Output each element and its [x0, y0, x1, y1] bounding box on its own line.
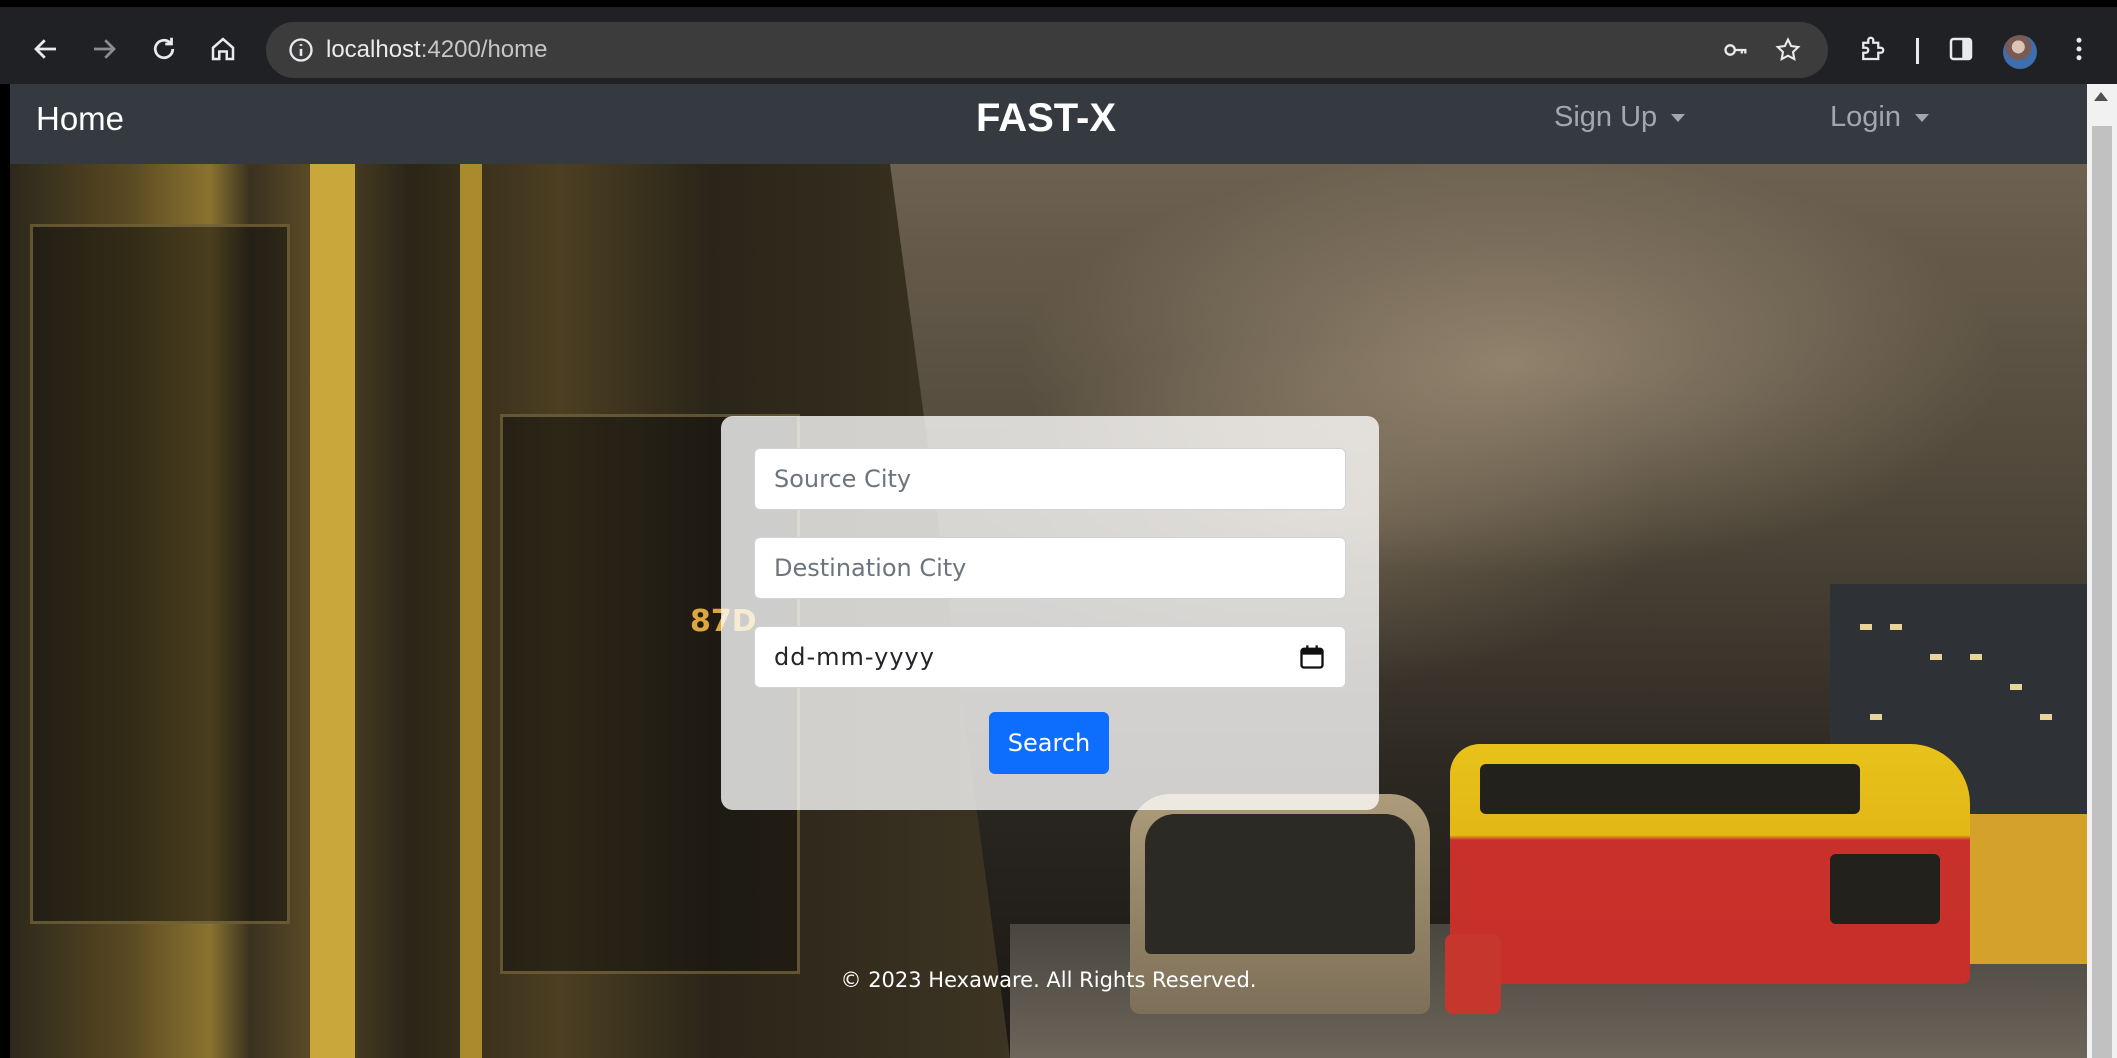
source-city-input[interactable] [774, 465, 1326, 493]
side-panel-button[interactable] [1937, 25, 1985, 73]
travel-date-input[interactable]: dd-mm-yyyy [754, 626, 1346, 688]
scroll-up-arrow-icon[interactable] [2094, 92, 2108, 101]
search-button[interactable]: Search [989, 712, 1109, 774]
destination-city-field[interactable] [754, 537, 1346, 599]
caret-down-icon [1914, 113, 1929, 122]
bookmark-button[interactable] [1771, 33, 1805, 67]
bus-windshield [1145, 814, 1415, 954]
star-icon [1775, 37, 1801, 62]
home-button[interactable] [199, 25, 247, 73]
calendar-icon[interactable] [1298, 643, 1326, 671]
destination-city-input[interactable] [774, 554, 1326, 582]
password-key-button[interactable] [1719, 33, 1753, 67]
forward-button[interactable] [80, 25, 128, 73]
reload-button[interactable] [140, 25, 188, 73]
info-icon [289, 38, 313, 62]
side-panel-icon [1949, 37, 1973, 61]
browser-toolbar: localhost:4200/home [0, 0, 2117, 84]
caret-down-icon [1671, 113, 1686, 122]
back-button[interactable] [22, 25, 70, 73]
source-city-field[interactable] [754, 448, 1346, 510]
date-placeholder: dd-mm-yyyy [774, 643, 935, 671]
brand-title: FAST-X [976, 96, 1117, 140]
menu-icon [2076, 37, 2082, 61]
address-bar[interactable]: localhost:4200/home [266, 22, 1828, 78]
nav-home-link[interactable]: Home [36, 100, 124, 138]
avatar[interactable] [2003, 35, 2037, 69]
site-info-button[interactable] [284, 33, 318, 67]
double-decker-bus [1450, 744, 1970, 984]
page-viewport: 87D Home FAST-X Sign Up Login dd-mm-yyyy… [10, 84, 2087, 1058]
back-icon [34, 39, 56, 59]
home-icon [211, 37, 235, 61]
toolbar-separator [1916, 38, 1919, 64]
reload-icon [153, 37, 175, 60]
extensions-icon [1862, 36, 1885, 61]
extensions-button[interactable] [1848, 25, 1896, 73]
footer-copyright: © 2023 Hexaware. All Rights Reserved. [840, 968, 1257, 992]
login-label: Login [1830, 101, 1901, 133]
signup-label: Sign Up [1554, 101, 1658, 133]
url-text: localhost:4200/home [326, 36, 548, 63]
search-card: dd-mm-yyyy Search [721, 416, 1379, 810]
forward-icon [94, 39, 116, 59]
signup-dropdown[interactable]: Sign Up [1554, 101, 1686, 134]
login-dropdown[interactable]: Login [1830, 101, 1929, 134]
scrollbar-thumb[interactable] [2092, 126, 2112, 1058]
browser-menu-button[interactable] [2055, 25, 2103, 73]
navbar: Home FAST-X Sign Up Login [10, 84, 2087, 164]
key-icon [1724, 44, 1747, 56]
